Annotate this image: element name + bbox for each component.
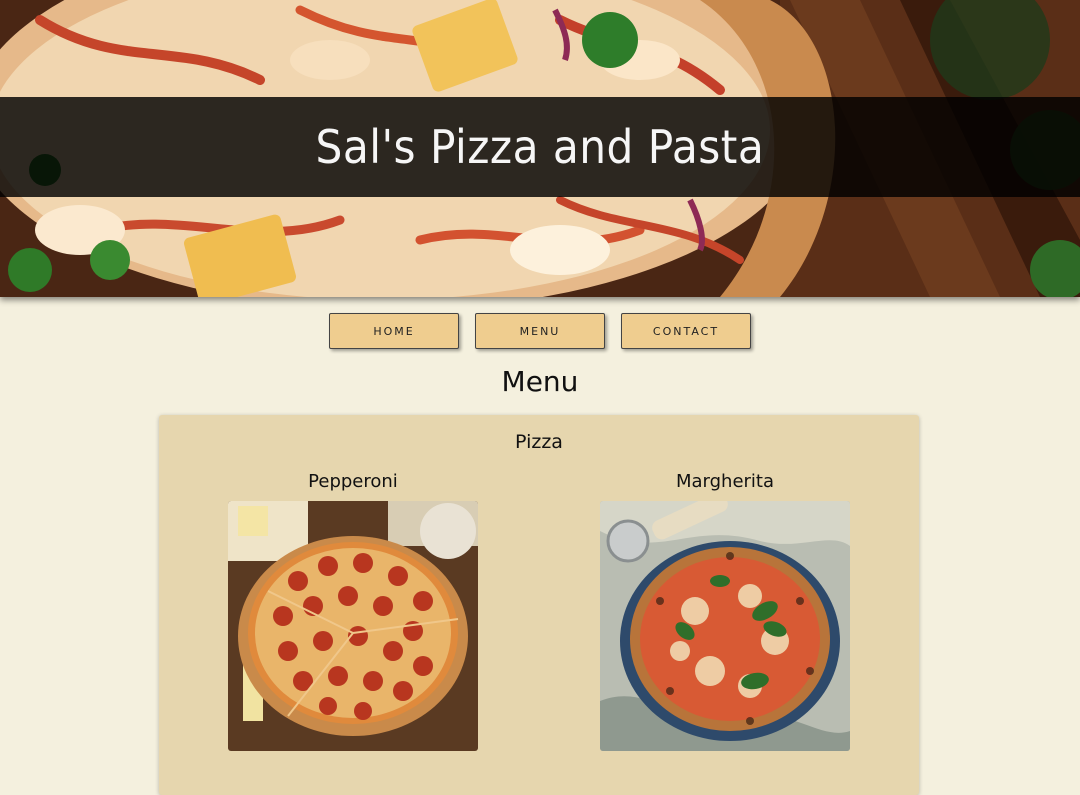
menu-item-margherita: Margherita <box>600 471 850 751</box>
section-title-pizza: Pizza <box>515 431 563 453</box>
nav-menu-button[interactable]: MENU <box>475 313 605 349</box>
nav-contact-button[interactable]: CONTACT <box>621 313 751 349</box>
menu-section-card: Pizza Pepperoni Margherita <box>159 415 919 795</box>
hero-banner: Sal's Pizza and Pasta <box>0 0 1080 297</box>
margherita-pizza-photo <box>600 501 850 751</box>
menu-item-pepperoni: Pepperoni <box>228 471 478 751</box>
site-title: Sal's Pizza and Pasta <box>315 120 765 174</box>
main-nav: HOME MENU CONTACT <box>0 313 1080 349</box>
page-title: Menu <box>501 365 579 398</box>
nav-home-button[interactable]: HOME <box>329 313 459 349</box>
hero-title-band: Sal's Pizza and Pasta <box>0 97 1080 197</box>
menu-item-name: Pepperoni <box>308 471 398 492</box>
pepperoni-pizza-photo <box>228 501 478 751</box>
menu-item-name: Margherita <box>675 471 775 492</box>
